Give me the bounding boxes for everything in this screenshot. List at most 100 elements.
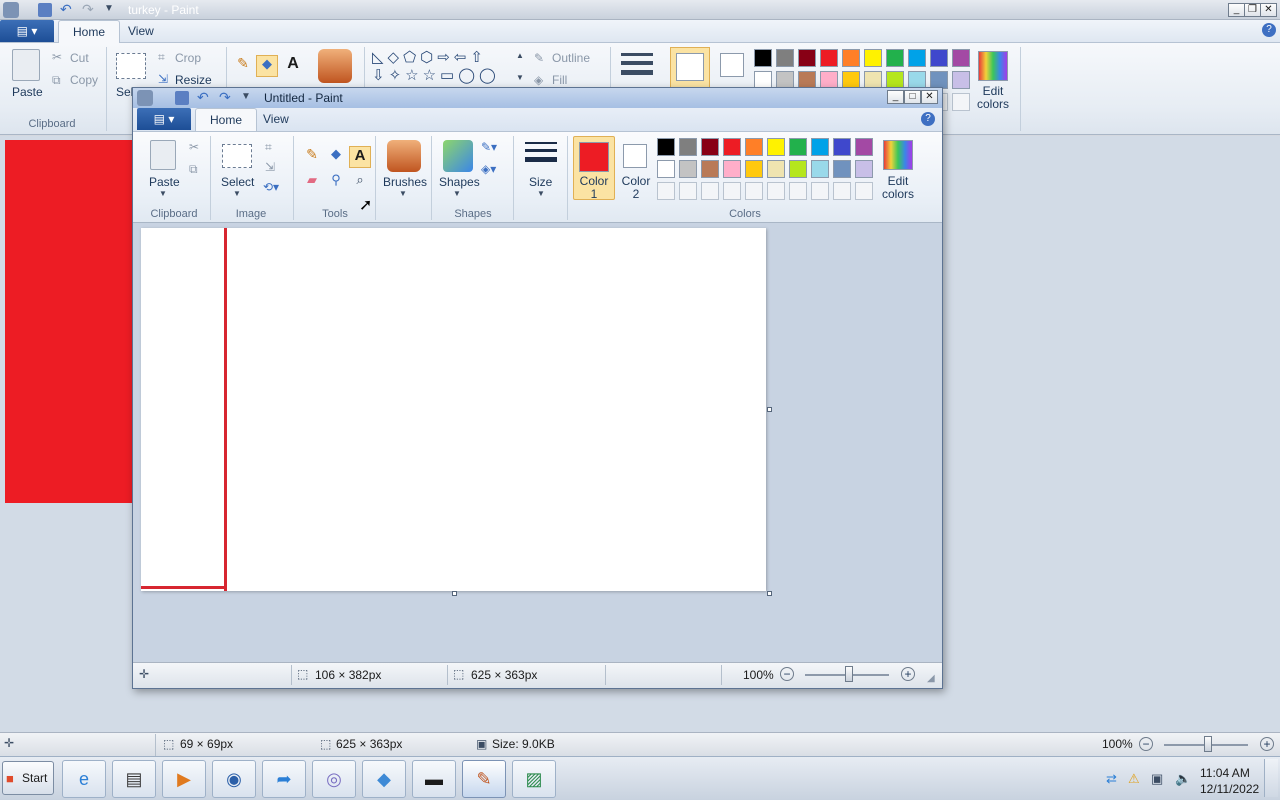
bg-size-line[interactable] — [621, 61, 653, 65]
custom-color-slot[interactable] — [767, 182, 785, 200]
bg-color2-swatch[interactable] — [720, 53, 744, 77]
color-swatch[interactable] — [886, 49, 904, 67]
fg-tab-home[interactable]: Home — [195, 108, 258, 131]
color-swatch[interactable] — [767, 138, 785, 156]
fg-zoom-slider-thumb[interactable] — [845, 666, 853, 682]
bg-edit-colors-icon[interactable] — [978, 51, 1008, 81]
fg-size-line[interactable] — [525, 149, 557, 152]
canvas-resize-handle-corner[interactable] — [767, 591, 772, 596]
color-swatch[interactable] — [820, 49, 838, 67]
color-swatch[interactable] — [908, 49, 926, 67]
color-swatch[interactable] — [657, 160, 675, 178]
color-swatch[interactable] — [767, 160, 785, 178]
fg-paste-dropdown-icon[interactable]: ▼ — [159, 189, 167, 198]
color-swatch[interactable] — [723, 160, 741, 178]
fg-size-line[interactable] — [525, 157, 557, 162]
taskbar-internet-explorer[interactable]: e — [62, 760, 106, 798]
bg-close-button[interactable]: ✕ — [1260, 3, 1277, 17]
color-swatch[interactable] — [952, 71, 970, 89]
taskbar-app-3[interactable]: ▶ — [162, 760, 206, 798]
color-swatch[interactable] — [811, 160, 829, 178]
save-icon[interactable] — [38, 3, 52, 17]
bg-tab-home[interactable]: Home — [58, 20, 121, 43]
fg-maximize-button[interactable]: □ — [904, 90, 921, 104]
redo-icon[interactable]: ↷ — [219, 89, 231, 106]
fg-eraser-icon[interactable]: ▰ — [301, 172, 323, 194]
undo-icon[interactable]: ↶ — [197, 89, 209, 106]
resize-grip-icon[interactable]: ◢ — [927, 673, 935, 684]
custom-color-slot[interactable] — [952, 93, 970, 111]
bg-fill-label[interactable]: Fill — [552, 73, 567, 87]
show-desktop-button[interactable] — [1264, 759, 1278, 797]
color-swatch[interactable] — [930, 49, 948, 67]
fg-crop-icon[interactable]: ⌗ — [265, 140, 272, 155]
taskbar-paint[interactable]: ✎ — [462, 760, 506, 798]
custom-color-slot[interactable] — [701, 182, 719, 200]
bg-text-icon[interactable]: A — [282, 55, 304, 77]
fg-minimize-button[interactable]: _ — [887, 90, 904, 104]
fg-brushes-dropdown-icon[interactable]: ▼ — [399, 189, 407, 198]
color-swatch[interactable] — [679, 160, 697, 178]
color-swatch[interactable] — [789, 160, 807, 178]
taskbar-cmd[interactable]: ▬ — [412, 760, 456, 798]
custom-color-slot[interactable] — [833, 182, 851, 200]
taskbar-app-2[interactable]: ▤ — [112, 760, 156, 798]
bg-canvas-red-image[interactable] — [5, 140, 133, 503]
clock-time[interactable]: 11:04 AM — [1200, 766, 1250, 780]
custom-color-slot[interactable] — [855, 182, 873, 200]
qat-dropdown-icon[interactable]: ▼ — [241, 91, 251, 102]
custom-color-slot[interactable] — [679, 182, 697, 200]
color-swatch[interactable] — [754, 49, 772, 67]
custom-color-slot[interactable] — [723, 182, 741, 200]
canvas-resize-handle-right[interactable] — [767, 407, 772, 412]
bg-help-icon[interactable]: ? — [1262, 23, 1276, 37]
color-swatch[interactable] — [811, 138, 829, 156]
tray-volume-icon[interactable]: 🔈 — [1175, 771, 1191, 787]
fg-select-dropdown-icon[interactable]: ▼ — [233, 189, 241, 198]
color-swatch[interactable] — [855, 160, 873, 178]
fg-help-icon[interactable]: ? — [921, 112, 935, 126]
bg-shapes-scroll-down-icon[interactable]: ▼ — [516, 73, 524, 82]
fg-size-line[interactable] — [525, 142, 557, 144]
bg-minimize-button[interactable]: _ — [1228, 3, 1245, 17]
bg-brushes-icon[interactable] — [318, 49, 352, 83]
color-swatch[interactable] — [842, 49, 860, 67]
qat-dropdown-icon[interactable]: ▼ — [104, 3, 114, 14]
fg-canvas[interactable] — [141, 228, 766, 591]
clock-date[interactable]: 12/11/2022 — [1200, 782, 1259, 796]
bg-size-line[interactable] — [621, 53, 653, 56]
start-button[interactable]: ■ Start — [2, 761, 54, 795]
custom-color-slot[interactable] — [657, 182, 675, 200]
fg-size-dropdown-icon[interactable]: ▼ — [537, 189, 545, 198]
fg-tab-view[interactable]: View — [249, 108, 303, 131]
fg-fill-shape-icon[interactable]: ◈▾ — [481, 162, 496, 176]
bg-app-menu-button[interactable]: ▤ ▾ — [0, 20, 54, 42]
color-swatch[interactable] — [798, 49, 816, 67]
fg-cut-icon[interactable]: ✂ — [189, 140, 199, 154]
bg-tab-view[interactable]: View — [114, 20, 168, 43]
fg-magnifier-icon[interactable]: ⌕ — [349, 172, 371, 194]
fg-brushes-icon[interactable] — [387, 140, 421, 172]
tray-alert-icon[interactable]: ⚠ — [1128, 771, 1140, 787]
bg-zoom-in-button[interactable]: + — [1260, 737, 1274, 751]
taskbar-app-4[interactable]: ◉ — [212, 760, 256, 798]
color-swatch[interactable] — [833, 160, 851, 178]
color-swatch[interactable] — [679, 138, 697, 156]
tray-network-icon[interactable]: ▣ — [1151, 771, 1163, 787]
taskbar-app-10[interactable]: ▨ — [512, 760, 556, 798]
custom-color-slot[interactable] — [811, 182, 829, 200]
fg-rotate-icon[interactable]: ⟲▾ — [263, 180, 279, 194]
bg-cut-label[interactable]: Cut — [70, 51, 89, 65]
taskbar-app-7[interactable]: ◆ — [362, 760, 406, 798]
bg-shapes-gallery[interactable]: ◺◇⬠⬡⇨⇦⇧ ⇩✧☆☆▭◯◯ — [372, 49, 512, 85]
fg-edit-colors-icon[interactable] — [883, 140, 913, 170]
color-swatch[interactable] — [745, 160, 763, 178]
color-swatch[interactable] — [701, 138, 719, 156]
fg-outline-icon[interactable]: ✎▾ — [481, 140, 497, 154]
color-swatch[interactable] — [855, 138, 873, 156]
bg-zoom-slider-thumb[interactable] — [1204, 736, 1212, 752]
color-swatch[interactable] — [864, 49, 882, 67]
fg-resize-icon[interactable]: ⇲ — [265, 160, 275, 174]
bg-copy-label[interactable]: Copy — [70, 73, 98, 87]
fg-copy-icon[interactable]: ⧉ — [189, 162, 198, 177]
